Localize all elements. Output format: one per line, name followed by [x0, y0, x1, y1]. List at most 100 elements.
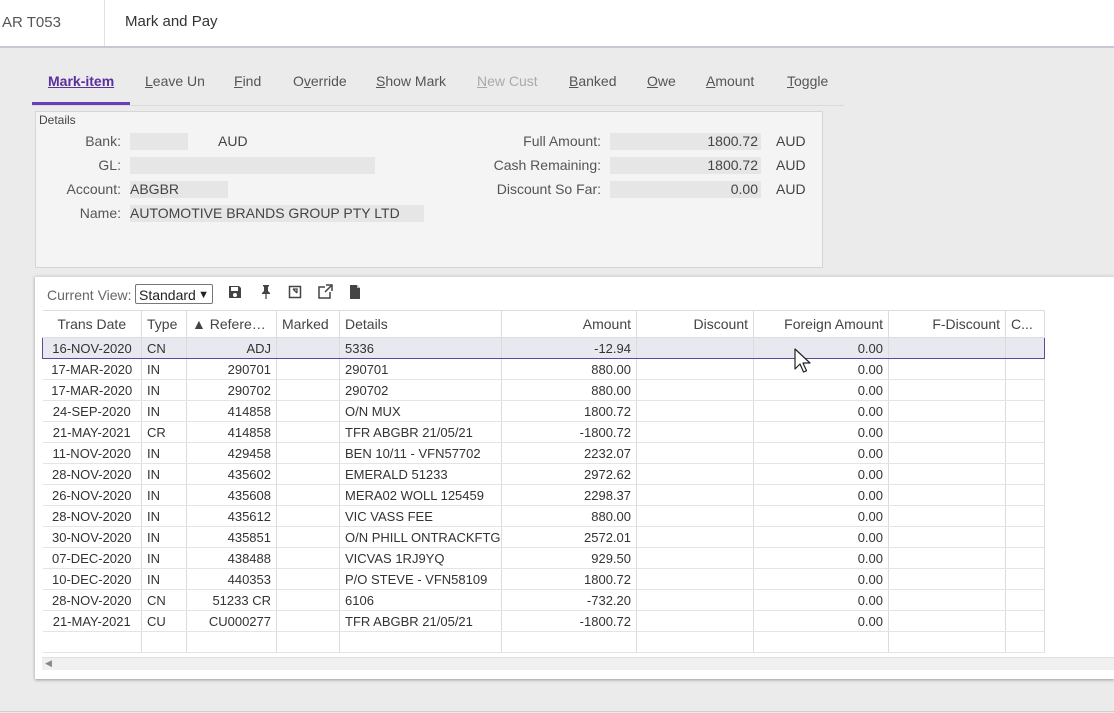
tab-leave-un[interactable]: Leave Un [145, 73, 205, 89]
table-row[interactable]: 30-NOV-2020 IN 435851 O/N PHILL ONTRACKFTG 2… [42, 526, 1045, 548]
reset-view-icon[interactable] [288, 284, 302, 300]
table-row[interactable]: 21-MAY-2021 CR 414858 TFR ABGBR 21/05/21 -18… [42, 421, 1045, 443]
account-field[interactable]: ABGBR [130, 181, 228, 198]
cell-type: IN [141, 484, 187, 506]
column-header-trans-date[interactable]: Trans Date [42, 310, 142, 338]
name-field[interactable]: AUTOMOTIVE BRANDS GROUP PTY LTD [130, 205, 424, 222]
cash-remaining-currency: AUD [776, 157, 806, 173]
cell-reference: 438488 [186, 547, 277, 569]
column-header-amount[interactable]: Amount [501, 310, 637, 338]
table-row[interactable] [42, 631, 1045, 653]
cell-marked [276, 358, 340, 380]
cell-amount [501, 631, 637, 653]
column-header-discount[interactable]: Discount [636, 310, 754, 338]
table-row[interactable]: 21-MAY-2021 CU CU000277 TFR ABGBR 21/05/21-… [42, 610, 1045, 632]
cell-type: IN [141, 358, 187, 380]
tab-new-cust[interactable]: New Cust [477, 73, 538, 89]
cell-marked [276, 547, 340, 569]
cell-foreign-amount: 0.00 [753, 547, 889, 569]
chevron-down-icon: ▼ [198, 289, 209, 301]
cell-type [141, 631, 187, 653]
name-label: Name: [79, 205, 121, 221]
cell-details: TFR ABGBR 21/05/21 [339, 610, 502, 632]
table-row[interactable]: 28-NOV-2020 IN 435602 EMERALD 51233 2972.62 0… [42, 463, 1045, 485]
cell-trans-date: 30-NOV-2020 [42, 526, 142, 548]
table-header-row: Trans Date Type ▲ Referen... Marked Details A… [42, 310, 1045, 338]
column-header-type[interactable]: Type [141, 310, 187, 338]
export-icon[interactable] [317, 284, 334, 300]
cell-type: IN [141, 379, 187, 401]
cell-c [1005, 526, 1045, 548]
table-row[interactable]: 24-SEP-2020 IN 414858 O/N MUX 1800.72 0.00 [42, 400, 1045, 422]
document-icon[interactable] [348, 284, 362, 300]
tab-find[interactable]: Find [234, 73, 261, 89]
tab-override[interactable]: Override [293, 73, 347, 89]
tab-accelerator-key: L [145, 73, 153, 89]
cell-trans-date [42, 631, 142, 653]
tab-amount[interactable]: Amount [706, 73, 754, 89]
transactions-panel: Current View: Standard ▼ Trans Date Type ▲… [35, 276, 1114, 679]
cell-discount [636, 484, 754, 506]
cell-discount [636, 379, 754, 401]
cell-marked [276, 442, 340, 464]
discount-so-far-field[interactable]: 0.00 [610, 181, 761, 198]
tab-toggle[interactable]: Toggle [787, 73, 828, 89]
gl-field[interactable] [130, 157, 375, 174]
cell-amount: -1800.72 [501, 610, 637, 632]
cell-discount [636, 610, 754, 632]
tab-accelerator-key: O [647, 73, 658, 89]
cell-f-discount [888, 358, 1006, 380]
scroll-left-icon[interactable]: ◀ [45, 658, 52, 669]
table-row[interactable]: 16-NOV-2020 CN ADJ 5336 -12.94 0.00 [42, 337, 1045, 359]
table-body: 16-NOV-2020 CN ADJ 5336 -12.94 0.00 17-MAR-202… [42, 337, 1045, 653]
table-row[interactable]: 17-MAR-2020 IN 290701 290701 880.00 0.00 [42, 358, 1045, 380]
column-header-details[interactable]: Details [339, 310, 502, 338]
cell-trans-date: 07-DEC-2020 [42, 547, 142, 569]
cell-c [1005, 463, 1045, 485]
cell-foreign-amount: 0.00 [753, 568, 889, 590]
column-header-reference[interactable]: ▲ Referen... [186, 310, 277, 338]
tab-mark-item[interactable]: Mark-item [48, 73, 114, 89]
current-view-select[interactable]: Standard ▼ [135, 284, 213, 304]
cell-foreign-amount: 0.00 [753, 505, 889, 527]
cell-c [1005, 568, 1045, 590]
horizontal-scrollbar[interactable]: ◀ [42, 657, 1114, 670]
cell-f-discount [888, 442, 1006, 464]
cell-discount [636, 505, 754, 527]
bank-field[interactable] [130, 133, 188, 150]
tab-show-mark[interactable]: Show Mark [376, 73, 446, 89]
column-header-foreign-amount[interactable]: Foreign Amount [753, 310, 889, 338]
table-row[interactable]: 11-NOV-2020 IN 429458 BEN 10/11 - VFN57702 2… [42, 442, 1045, 464]
full-amount-field[interactable]: 1800.72 [610, 133, 761, 150]
table-row[interactable]: 17-MAR-2020 IN 290702 290702 880.00 0.00 [42, 379, 1045, 401]
discount-so-far-currency: AUD [776, 181, 806, 197]
cell-discount [636, 631, 754, 653]
table-row[interactable]: 26-NOV-2020 IN 435608 MERA02 WOLL 125459 229… [42, 484, 1045, 506]
table-row[interactable]: 28-NOV-2020 CN 51233 CR 6106 -732.20 0.00 [42, 589, 1045, 611]
cash-remaining-field[interactable]: 1800.72 [610, 157, 761, 174]
cell-trans-date: 10-DEC-2020 [42, 568, 142, 590]
cell-details: 290701 [339, 358, 502, 380]
save-icon[interactable] [228, 284, 242, 300]
column-header-marked[interactable]: Marked [276, 310, 340, 338]
cell-amount: -732.20 [501, 589, 637, 611]
cell-f-discount [888, 547, 1006, 569]
column-header-f-discount[interactable]: F-Discount [888, 310, 1006, 338]
tab-accelerator-key: T [787, 73, 794, 89]
action-tabs: Mark-item Leave Un Find Override Show Mark Ne… [32, 57, 844, 106]
table-row[interactable]: 28-NOV-2020 IN 435612 VIC VASS FEE 880.00 0.0… [42, 505, 1045, 527]
tab-label-part: ew Cust [487, 73, 538, 89]
cell-f-discount [888, 526, 1006, 548]
cell-details: VIC VASS FEE [339, 505, 502, 527]
transactions-table: Trans Date Type ▲ Referen... Marked Details A… [42, 310, 1045, 653]
tab-label-part: ind [242, 73, 262, 89]
tab-banked[interactable]: Banked [569, 73, 617, 89]
pin-icon[interactable] [259, 284, 273, 300]
column-header-c[interactable]: C... [1005, 310, 1045, 338]
tab-accelerator-key: A [706, 73, 716, 89]
cell-trans-date: 28-NOV-2020 [42, 505, 142, 527]
cell-f-discount [888, 568, 1006, 590]
tab-owe[interactable]: Owe [647, 73, 676, 89]
table-row[interactable]: 07-DEC-2020 IN 438488 VICVAS 1RJ9YQ 929.50 0.… [42, 547, 1045, 569]
table-row[interactable]: 10-DEC-2020 IN 440353 P/O STEVE - VFN58109 1… [42, 568, 1045, 590]
